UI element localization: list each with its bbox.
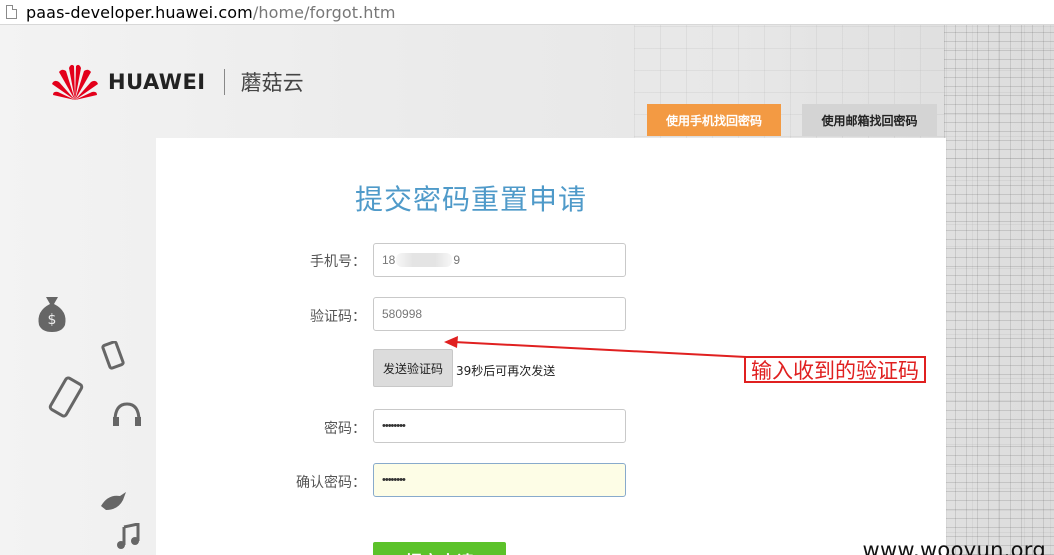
phone-input[interactable]: 18 9 [373, 243, 626, 277]
background-pattern-dense [944, 25, 1054, 555]
tab-phone-recovery[interactable]: 使用手机找回密码 [647, 104, 781, 136]
phone-suffix: 9 [453, 253, 461, 267]
headphones-icon [113, 402, 141, 426]
phone-redaction [396, 253, 453, 267]
watermark: www.wooyun.org [862, 538, 1046, 555]
tab-email-recovery[interactable]: 使用邮箱找回密码 [802, 104, 937, 136]
form-title: 提交密码重置申请 [354, 183, 587, 216]
resend-countdown: 39秒后可再次发送 [456, 364, 556, 378]
password-label: 密码： [324, 421, 366, 437]
password-input[interactable]: •••••••• [373, 409, 626, 443]
phone-icon [101, 341, 125, 370]
header-logo[interactable]: HUAWEI 蘑菇云 [50, 62, 304, 102]
bird-icon [101, 492, 126, 510]
confirm-password-label: 确认密码： [296, 475, 366, 491]
submit-button[interactable]: 提交申请 [373, 542, 506, 555]
verification-code-input[interactable]: 580998 [373, 297, 626, 331]
page-background: HUAWEI 蘑菇云 使用手机找回密码 使用邮箱找回密码 $ 提交密码重置申请 … [0, 25, 1054, 555]
code-label: 验证码： [310, 309, 366, 325]
phone-label: 手机号： [310, 254, 366, 270]
music-note-icon [117, 523, 140, 549]
confirm-password-input[interactable]: •••••••• [373, 463, 626, 497]
annotation-arrow [444, 336, 747, 358]
huawei-flower-icon [52, 64, 98, 100]
money-bag-icon: $ [38, 297, 66, 332]
url-text[interactable]: paas-developer.huawei.com/home/forgot.ht… [26, 3, 396, 22]
browser-address-bar[interactable]: paas-developer.huawei.com/home/forgot.ht… [0, 0, 1054, 25]
svg-text:$: $ [48, 312, 57, 328]
product-name: 蘑菇云 [240, 71, 304, 95]
smartphone-icon [48, 376, 84, 418]
brand-name: HUAWEI [108, 70, 206, 94]
page-icon [6, 5, 17, 19]
phone-prefix: 18 [382, 253, 396, 267]
annotation-label: 输入收到的验证码 [744, 356, 926, 383]
logo-divider [223, 69, 225, 95]
